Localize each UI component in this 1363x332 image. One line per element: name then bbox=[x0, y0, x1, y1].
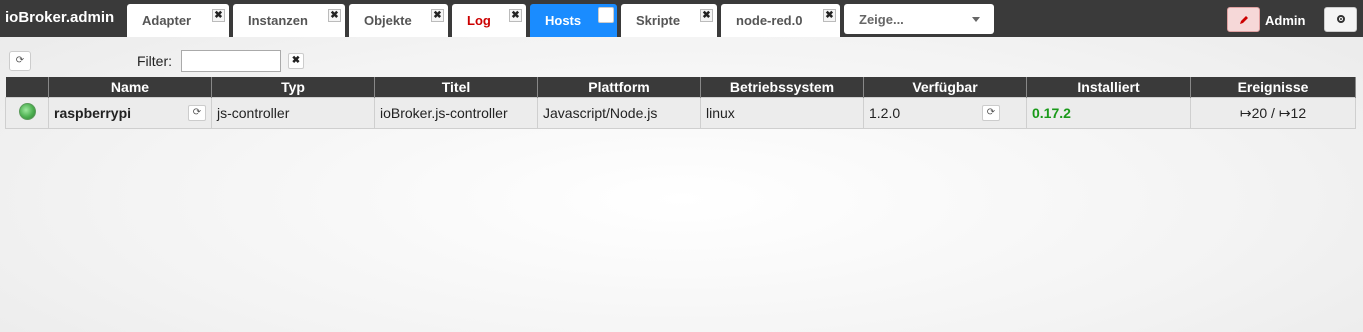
verfuegbar-cell: 1.2.0 ⟳ bbox=[863, 97, 1027, 129]
refresh-button[interactable]: ⟳ bbox=[9, 51, 31, 71]
installed-version: 0.17.2 bbox=[1032, 105, 1071, 121]
refresh-icon: ⟳ bbox=[986, 107, 996, 118]
table-row[interactable]: raspberrypi ⟳ js-controller ioBroker.js-… bbox=[5, 97, 1356, 129]
update-button[interactable]: ⟳ bbox=[982, 105, 1000, 121]
tab-label: node-red.0 bbox=[736, 13, 803, 28]
hosts-table: Name Typ Titel Plattform Betriebssystem … bbox=[5, 77, 1356, 129]
close-icon: ✖ bbox=[291, 55, 301, 66]
close-icon[interactable]: ✖ bbox=[509, 9, 522, 22]
name-cell: raspberrypi ⟳ bbox=[48, 97, 212, 129]
column-header-plattform[interactable]: Plattform bbox=[537, 77, 701, 98]
tab-adapter[interactable]: Adapter ✖ bbox=[127, 4, 229, 37]
column-header-typ[interactable]: Typ bbox=[211, 77, 375, 98]
close-icon[interactable]: ✖ bbox=[328, 9, 341, 22]
refresh-icon: ⟳ bbox=[15, 55, 25, 66]
tab-label: Hosts bbox=[545, 13, 582, 28]
typ-cell: js-controller bbox=[211, 97, 375, 129]
column-header-installiert[interactable]: Installiert bbox=[1026, 77, 1191, 98]
titel-cell: ioBroker.js-controller bbox=[374, 97, 538, 129]
os-cell: linux bbox=[700, 97, 864, 129]
column-header-verfuegbar[interactable]: Verfügbar bbox=[863, 77, 1027, 98]
edit-button[interactable] bbox=[1227, 7, 1260, 32]
filter-clear-button[interactable]: ✖ bbox=[288, 53, 304, 69]
user-label: Admin bbox=[1265, 13, 1306, 28]
column-header-status bbox=[5, 77, 49, 98]
pencil-icon bbox=[1239, 15, 1248, 24]
app-title: ioBroker.admin bbox=[5, 9, 115, 26]
gear-icon bbox=[1336, 15, 1345, 24]
restart-host-button[interactable]: ⟳ bbox=[188, 105, 206, 121]
tab-log[interactable]: Log ✖ bbox=[452, 4, 526, 37]
tab-objekte[interactable]: Objekte ✖ bbox=[349, 4, 448, 37]
select-label: Zeige... bbox=[859, 12, 904, 27]
close-icon[interactable]: ✖ bbox=[431, 9, 444, 22]
plattform-cell: Javascript/Node.js bbox=[537, 97, 701, 129]
filter-input[interactable] bbox=[181, 50, 281, 72]
installiert-cell: 0.17.2 bbox=[1026, 97, 1191, 129]
tab-skripte[interactable]: Skripte ✖ bbox=[621, 4, 717, 37]
column-header-ereignisse[interactable]: Ereignisse bbox=[1190, 77, 1356, 98]
column-header-betriebssystem[interactable]: Betriebssystem bbox=[700, 77, 864, 98]
column-header-titel[interactable]: Titel bbox=[374, 77, 538, 98]
tab-label: Skripte bbox=[636, 13, 681, 28]
tab-label: Objekte bbox=[364, 13, 412, 28]
available-version: 1.2.0 bbox=[869, 105, 901, 121]
column-header-name[interactable]: Name bbox=[48, 77, 212, 98]
chevron-down-icon bbox=[972, 17, 980, 22]
table-header-row: Name Typ Titel Plattform Betriebssystem … bbox=[5, 77, 1356, 98]
refresh-icon: ⟳ bbox=[192, 107, 202, 118]
close-icon[interactable]: ✖ bbox=[700, 9, 713, 22]
close-icon[interactable]: ✖ bbox=[212, 9, 225, 22]
tab-instanzen[interactable]: Instanzen ✖ bbox=[233, 4, 345, 37]
filter-label: Filter: bbox=[137, 53, 172, 69]
top-bar: ioBroker.admin Adapter ✖ Instanzen ✖ Obj… bbox=[0, 0, 1363, 37]
tab-checkbox[interactable] bbox=[598, 7, 614, 23]
settings-button[interactable] bbox=[1324, 7, 1357, 32]
status-cell bbox=[5, 97, 49, 129]
show-select[interactable]: Zeige... bbox=[844, 4, 994, 34]
tab-label: Adapter bbox=[142, 13, 192, 28]
tab-label: Instanzen bbox=[248, 13, 308, 28]
status-led-icon bbox=[18, 103, 36, 120]
close-icon[interactable]: ✖ bbox=[823, 9, 836, 22]
ereignisse-cell: ↦20 / ↦12 bbox=[1190, 97, 1356, 129]
tab-node-red[interactable]: node-red.0 ✖ bbox=[721, 4, 840, 37]
tab-hosts[interactable]: Hosts bbox=[530, 4, 617, 37]
host-name: raspberrypi bbox=[54, 105, 132, 121]
tab-label: Log bbox=[467, 13, 491, 28]
